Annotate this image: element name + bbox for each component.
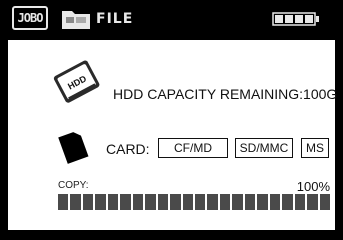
hard-drive-icon: HDD (53, 60, 100, 103)
progress-segment (70, 194, 81, 210)
card-label: CARD: (106, 141, 150, 157)
progress-segment (170, 194, 181, 210)
progress-segment (120, 194, 131, 210)
card-option-sd-mmc[interactable]: SD/MMC (235, 138, 293, 158)
file-label: FILE (96, 11, 134, 27)
progress-segment (194, 194, 206, 210)
progress-segment (219, 194, 231, 210)
progress-segment (282, 194, 293, 210)
progress-segment (232, 194, 243, 210)
battery-icon (272, 12, 319, 26)
progress-segment (257, 194, 268, 210)
card-option-cf-md[interactable]: CF/MD (158, 138, 228, 158)
progress-segment (182, 194, 193, 210)
copy-label: COPY: (58, 180, 89, 191)
progress-segment (95, 194, 106, 210)
progress-segment (244, 194, 256, 210)
card-option-ms[interactable]: MS (301, 138, 329, 158)
progress-segment (207, 194, 218, 210)
copy-progress-bar (58, 194, 330, 210)
progress-segment (58, 194, 69, 210)
progress-segment (107, 194, 119, 210)
progress-segment (145, 194, 156, 210)
copy-percent: 100% (296, 179, 330, 194)
progress-segment (132, 194, 144, 210)
progress-segment (82, 194, 94, 210)
hdd-capacity-text: HDD CAPACITY REMAINING:100G (113, 86, 338, 102)
folder-icon (62, 11, 90, 29)
memory-card-icon (58, 132, 89, 164)
progress-segment (307, 194, 318, 210)
progress-segment (269, 194, 281, 210)
progress-segment (157, 194, 169, 210)
top-bar: JOBO FILE (0, 0, 343, 38)
brand-logo: JOBO (12, 6, 48, 30)
main-panel: HDD HDD CAPACITY REMAINING:100G CARD: CF… (8, 40, 338, 230)
progress-segment (319, 194, 330, 210)
progress-segment (294, 194, 306, 210)
